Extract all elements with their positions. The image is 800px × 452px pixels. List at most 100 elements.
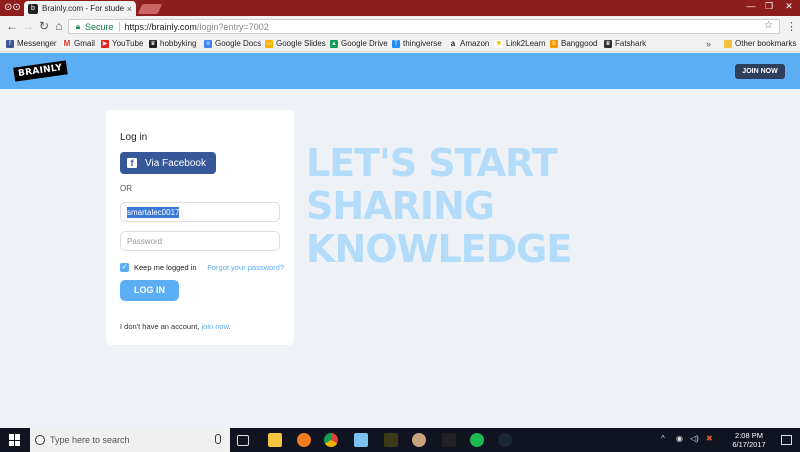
app-orange-icon[interactable] [297, 433, 311, 447]
app-cura-icon[interactable] [354, 433, 368, 447]
login-title: Log in [120, 132, 148, 143]
username-input[interactable]: smartalec0017 [120, 202, 280, 222]
secure-label: Secure [85, 21, 114, 32]
facebook-icon: f [6, 39, 14, 48]
facebook-login-button[interactable]: f Via Facebook [120, 152, 216, 174]
clock-time: 2:08 PM [735, 431, 763, 440]
bookmark-star-icon[interactable]: ☆ [764, 20, 773, 31]
divider [118, 21, 120, 32]
bookmark-google-docs[interactable]: ≡ Google Docs [204, 39, 261, 48]
address-bar[interactable]: 🔒︎ Secure https://brainly.com/login?entr… [68, 19, 780, 34]
password-input[interactable]: Password [120, 231, 280, 251]
tab-close-icon[interactable]: × [127, 4, 132, 14]
bookmark-google-drive[interactable]: ▲ Google Drive [330, 39, 388, 48]
amazon-icon: a [449, 38, 457, 48]
bookmark-link2learn[interactable]: ▼ Link2Learn [495, 39, 546, 48]
join-now-link[interactable]: join now [202, 322, 229, 331]
steam-icon[interactable] [498, 433, 512, 447]
forgot-password-link[interactable]: Forgot your password? [207, 263, 284, 272]
main-content: Log in f Via Facebook OR smartalec0017 P… [0, 89, 800, 428]
join-now-button[interactable]: JOIN NOW [735, 64, 785, 79]
signup-prompt: I don't have an account, join now. [120, 322, 231, 331]
bookmarks-overflow-icon[interactable]: » [706, 39, 711, 49]
url-base: https://brainly.com [124, 21, 197, 32]
bookmarks-bar: f Messenger M Gmail ▶ YouTube ♛ hobbyking ≡ G… [0, 38, 800, 52]
bookmark-hobbyking[interactable]: ♛ hobbyking [149, 39, 196, 48]
signup-text: I don't have an account, [120, 322, 202, 331]
app-avatar-icon[interactable] [412, 433, 426, 447]
brainly-logo[interactable]: BRAINLY [13, 60, 68, 82]
minimize-icon[interactable]: — [743, 0, 759, 12]
taskbar-search-input[interactable]: Type here to search [30, 428, 230, 452]
taskbar-search-placeholder: Type here to search [50, 435, 130, 445]
bookmark-gmail[interactable]: M Gmail [63, 39, 95, 48]
reload-icon[interactable]: ↻ [37, 19, 51, 33]
new-tab-button[interactable] [137, 4, 163, 14]
login-button[interactable]: LOG IN [120, 280, 179, 301]
cortana-icon [35, 435, 45, 445]
bookmark-google-slides[interactable]: ▭ Google Slides [265, 39, 326, 48]
bookmark-label: Google Drive [341, 39, 388, 48]
bookmark-label: Google Slides [276, 39, 326, 48]
tab-title: Brainly.com - For studen [42, 4, 124, 13]
bookmark-label: thingiverse [403, 39, 442, 48]
keep-logged-in-checkbox[interactable]: ✓ [120, 262, 129, 272]
bookmark-amazon[interactable]: a Amazon [449, 39, 489, 48]
bookmark-label: hobbyking [160, 39, 197, 48]
forward-icon[interactable]: → [21, 19, 35, 33]
app-drone-icon[interactable] [442, 433, 456, 447]
file-explorer-icon[interactable] [268, 433, 282, 447]
bookmark-thingiverse[interactable]: Tthingiverse [392, 39, 442, 48]
bookmark-label: Other bookmarks [735, 39, 797, 48]
notifications-icon[interactable] [781, 435, 792, 445]
back-icon[interactable]: ← [5, 19, 19, 33]
bookmark-youtube[interactable]: ▶ YouTube [101, 39, 143, 48]
maximize-icon[interactable]: ❐ [761, 0, 777, 12]
thingiverse-icon: T [392, 39, 400, 48]
banggood-icon: b [550, 39, 558, 48]
facebook-login-label: Via Facebook [145, 157, 206, 169]
bookmark-banggood[interactable]: b Banggood [550, 39, 597, 48]
browser-tab[interactable]: b Brainly.com - For studen × [24, 1, 136, 16]
browser-toolbar: ← → ↻ ⌂ 🔒︎ Secure https://brainly.com/lo… [0, 16, 800, 38]
close-window-icon[interactable]: ✕ [781, 0, 797, 12]
or-divider: OR [120, 184, 132, 193]
docs-icon: ≡ [204, 39, 212, 48]
bookmark-other[interactable]: Other bookmarks [724, 39, 796, 48]
hobbyking-icon: ♛ [149, 39, 157, 48]
taskbar-clock[interactable]: 2:08 PM 6/17/2017 [725, 431, 773, 449]
fatshark-icon: ♛ [604, 39, 612, 48]
spotify-icon[interactable] [470, 433, 484, 447]
home-icon[interactable]: ⌂ [52, 19, 66, 33]
bookmark-fatshark[interactable]: ♛ Fatshark [604, 39, 646, 48]
keep-logged-in-label[interactable]: Keep me logged in [134, 263, 197, 272]
task-view-icon[interactable] [237, 435, 249, 446]
bookmark-messenger[interactable]: f Messenger [6, 39, 57, 48]
app-terminal-icon[interactable] [384, 433, 398, 447]
hero-line: KNOWLEDGE [306, 227, 572, 271]
microphone-icon[interactable] [215, 434, 221, 444]
hero-line: LET'S START [306, 141, 558, 185]
login-card: Log in f Via Facebook OR smartalec0017 P… [106, 110, 294, 345]
volume-icon[interactable]: ◁) [690, 434, 699, 443]
bookmark-label: Gmail [74, 39, 95, 48]
tray-app-icon[interactable]: ✖ [706, 434, 713, 443]
chrome-icon[interactable] [324, 433, 338, 447]
chrome-menu-icon[interactable]: ⋮ [786, 21, 797, 33]
bookmark-label: YouTube [112, 39, 144, 48]
bookmark-label: Messenger [17, 39, 57, 48]
brainly-favicon-icon: b [28, 3, 38, 14]
tray-chrome-icon[interactable]: ◉ [676, 434, 683, 443]
site-header: BRAINLY JOIN NOW [0, 53, 800, 89]
bookmark-label: Fatshark [615, 39, 647, 48]
facebook-icon: f [127, 158, 137, 168]
url-path: /login?entry=7002 [196, 21, 269, 32]
windows-start-icon[interactable] [9, 434, 21, 446]
gmail-icon: M [63, 38, 71, 48]
bookmark-label: Amazon [460, 39, 490, 48]
bookmark-label: Banggood [561, 39, 598, 48]
signup-end: . [228, 322, 231, 331]
bookmark-label: Google Docs [215, 39, 262, 48]
tray-expand-icon[interactable]: ^ [661, 434, 665, 443]
windows-taskbar: Type here to search ^ ◉ ◁) ✖ 2:08 PM 6/1… [0, 428, 800, 452]
